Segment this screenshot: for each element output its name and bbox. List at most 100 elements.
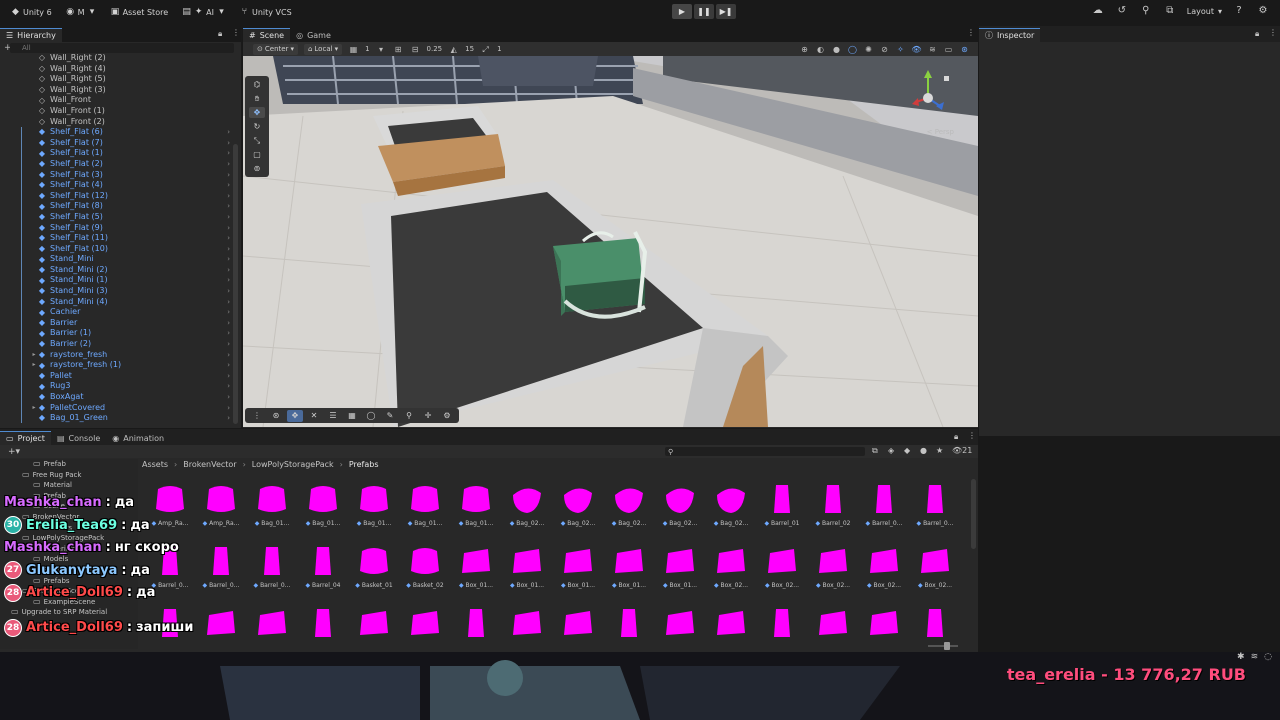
asset-tile[interactable]: ◆ Bag_01... <box>401 477 449 537</box>
asset-scrollbar[interactable] <box>971 479 976 549</box>
tab-game[interactable]: ◎ Game <box>290 28 337 42</box>
ai-button[interactable]: ▤ ✦ AI ▾ <box>177 6 231 19</box>
hierarchy-item[interactable]: ◇ Wall_Right (4) <box>0 64 232 75</box>
hierarchy-item[interactable]: ◆ Stand_Mini (3) › <box>0 286 232 297</box>
open-prefab-chevron-icon[interactable]: › <box>227 339 230 350</box>
unity-vcs-button[interactable]: ⑂ Unity VCS <box>235 6 297 19</box>
open-prefab-chevron-icon[interactable]: › <box>227 191 230 202</box>
asset-tile[interactable]: ◆ Box_01... <box>656 539 704 599</box>
hand-tool-icon[interactable]: ✋︎ <box>249 93 265 104</box>
hierarchy-item[interactable]: ◆ Shelf_Flat (8) › <box>0 201 232 212</box>
hierarchy-item[interactable]: ▸ ◆ PalletCovered › <box>0 403 232 414</box>
open-prefab-chevron-icon[interactable]: › <box>227 127 230 138</box>
more-icon[interactable]: ⋮ <box>968 431 976 440</box>
hierarchy-item[interactable]: ◇ Wall_Front (1) <box>0 106 232 117</box>
open-prefab-chevron-icon[interactable]: › <box>227 212 230 223</box>
asset-tile[interactable]: ◆ Bag_02... <box>554 477 602 537</box>
open-prefab-chevron-icon[interactable]: › <box>227 392 230 403</box>
hierarchy-scrollbar[interactable] <box>233 144 238 424</box>
scene-viewport[interactable]: ⌬ ✋︎ ✥ ↻ ⤡ ▢ ⊚ < Persp ⋮ ⊛ ✥ ✕ ☰ ▦ ◯ ✎ ⚲… <box>243 56 978 427</box>
layout-dropdown[interactable]: Layout ▾ <box>1187 7 1222 16</box>
hierarchy-item[interactable]: ◆ Shelf_Flat (10) › <box>0 244 232 255</box>
asset-tile[interactable] <box>860 601 908 637</box>
hierarchy-item[interactable]: ◆ Shelf_Flat (6) › <box>0 127 232 138</box>
grab-handle-icon[interactable]: ⋮ <box>249 410 265 422</box>
more-icon[interactable]: ⋮ <box>232 28 240 37</box>
grid-icon[interactable]: ▦ <box>344 410 360 422</box>
toolbox-icon[interactable]: ⌬ <box>249 79 265 90</box>
hierarchy-item[interactable]: ◆ Shelf_Flat (11) › <box>0 233 232 244</box>
open-prefab-chevron-icon[interactable]: › <box>227 223 230 234</box>
circle-icon[interactable]: ◯ <box>363 410 379 422</box>
project-search-input[interactable]: ⚲ <box>665 447 865 456</box>
hierarchy-item[interactable]: ◆ Barrier › <box>0 318 232 329</box>
settings-icon[interactable]: ⚙ <box>1256 4 1270 18</box>
tab-scene[interactable]: # Scene <box>243 28 291 42</box>
layers-icon[interactable]: ≋ <box>927 44 938 55</box>
zoom-icon[interactable]: ⚲ <box>401 410 417 422</box>
breadcrumb-item[interactable]: BrokenVector <box>183 460 236 469</box>
asset-store-button[interactable]: ▣ Asset Store <box>106 6 174 19</box>
grid-value[interactable]: 1 <box>365 45 369 53</box>
open-prefab-chevron-icon[interactable]: › <box>227 138 230 149</box>
fx-icon[interactable]: ✧ <box>895 44 906 55</box>
asset-tile[interactable] <box>758 601 806 637</box>
asset-tile[interactable] <box>656 601 704 637</box>
hierarchy-item[interactable]: ◇ Wall_Front (2) <box>0 117 232 128</box>
grid-icon[interactable]: ▦ <box>348 44 359 55</box>
paint-icon[interactable]: ✎ <box>382 410 398 422</box>
open-prefab-chevron-icon[interactable]: › <box>227 413 230 423</box>
open-prefab-chevron-icon[interactable]: › <box>227 254 230 265</box>
expand-arrow-icon[interactable]: ▸ <box>30 403 38 414</box>
tab-animation[interactable]: ◉ Animation <box>106 431 170 445</box>
tab-project[interactable]: ▭ Project <box>0 431 51 445</box>
asset-tile[interactable] <box>503 601 551 637</box>
open-prefab-chevron-icon[interactable]: › <box>227 403 230 414</box>
hierarchy-item[interactable]: ▸ ◆ raystore_fresh (1) › <box>0 360 232 371</box>
hierarchy-item[interactable]: ◆ Stand_Mini (1) › <box>0 275 232 286</box>
sphere-icon[interactable]: ◐ <box>815 44 826 55</box>
open-prefab-chevron-icon[interactable]: › <box>227 275 230 286</box>
thumbnail-size-slider[interactable] <box>928 642 958 650</box>
open-prefab-chevron-icon[interactable]: › <box>227 265 230 276</box>
hierarchy-item[interactable]: ◇ Wall_Right (3) <box>0 85 232 96</box>
lock-icon[interactable]: 🔒︎ <box>218 29 222 39</box>
breadcrumb-item[interactable]: Assets <box>142 460 168 469</box>
hierarchy-item[interactable]: ◆ Barrier (2) › <box>0 339 232 350</box>
asset-tile[interactable]: ◆ Bag_02... <box>707 477 755 537</box>
asset-tile[interactable] <box>809 601 857 637</box>
rect-tool-icon[interactable]: ▢ <box>249 149 265 160</box>
folder-tree-item[interactable]: ▭ Free Rug Pack <box>0 470 138 481</box>
asset-tile[interactable] <box>452 601 500 637</box>
rotate-snap-icon[interactable]: ◭ <box>448 44 459 55</box>
open-prefab-chevron-icon[interactable]: › <box>227 148 230 159</box>
projection-label[interactable]: < Persp <box>927 128 954 136</box>
breadcrumb-item[interactable]: LowPolyStoragePack <box>252 460 334 469</box>
hierarchy-item[interactable]: ◆ Shelf_Flat (4) › <box>0 180 232 191</box>
folder-tree-item[interactable]: ▭ Material <box>0 480 138 491</box>
tab-console[interactable]: ▤ Console <box>51 431 106 445</box>
scale-tool-icon[interactable]: ⤡ <box>249 135 265 146</box>
asset-tile[interactable]: ◆ Barrel_02 <box>809 477 857 537</box>
open-prefab-chevron-icon[interactable]: › <box>227 297 230 308</box>
hierarchy-item[interactable]: ◆ Shelf_Flat (5) › <box>0 212 232 223</box>
lighting-icon[interactable]: ✺ <box>863 44 874 55</box>
increment-icon[interactable]: ⊟ <box>410 44 421 55</box>
lock-icon[interactable]: 🔒︎ <box>954 432 958 442</box>
asset-tile[interactable]: ◆ Box_02... <box>860 539 908 599</box>
open-prefab-chevron-icon[interactable]: › <box>227 381 230 392</box>
hierarchy-search-input[interactable]: All <box>10 43 234 53</box>
asset-tile[interactable] <box>605 601 653 637</box>
settings-icon[interactable]: ⚙ <box>439 410 455 422</box>
expand-arrow-icon[interactable]: ▸ <box>30 360 38 371</box>
asset-tile[interactable]: ◆ Bag_02... <box>503 477 551 537</box>
rotate-snap-value[interactable]: 15 <box>465 45 474 53</box>
hierarchy-item[interactable]: ◆ Shelf_Flat (3) › <box>0 170 232 181</box>
open-prefab-chevron-icon[interactable]: › <box>227 180 230 191</box>
filter-label-icon[interactable]: ◆ <box>904 446 910 455</box>
unity-menu[interactable]: ◆ Unity 6 <box>6 6 57 19</box>
asset-tile[interactable]: ◆ Barrel_0... <box>911 477 959 537</box>
hidden-count[interactable]: 👁︎21 <box>952 446 972 455</box>
space-dropdown[interactable]: ⌂ Local ▾ <box>303 43 343 55</box>
asset-tile[interactable] <box>554 601 602 637</box>
